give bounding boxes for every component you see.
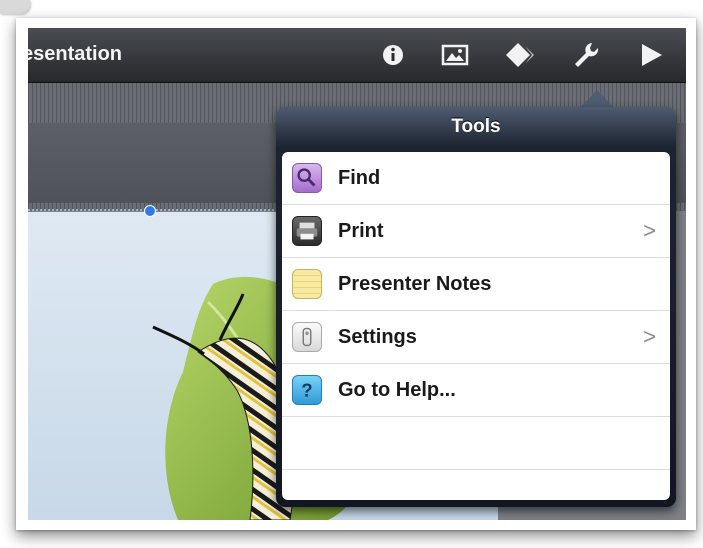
menu-item-find[interactable]: Find: [282, 152, 670, 205]
menu-item-print[interactable]: Print >: [282, 205, 670, 258]
previous-frame-corner: [0, 0, 30, 14]
tools-menu: Find Print > Presenter Notes Settings > …: [282, 152, 670, 500]
app-screen: esentation Tools Find Print > Presenter …: [28, 28, 686, 520]
menu-item-label: Presenter Notes: [338, 273, 492, 295]
find-icon: [292, 163, 322, 193]
menu-item-label: Print: [338, 220, 384, 242]
menu-item-help[interactable]: ? Go to Help...: [282, 364, 670, 417]
popover-arrow: [580, 90, 614, 108]
menu-item-label: Go to Help...: [338, 379, 456, 401]
menu-empty-row: [282, 417, 670, 470]
menu-item-label: Find: [338, 167, 381, 189]
popover-title: Tools: [451, 116, 501, 137]
settings-icon: [292, 322, 322, 352]
play-icon[interactable]: [636, 40, 666, 70]
document-title[interactable]: esentation: [28, 43, 122, 66]
media-icon[interactable]: [440, 40, 470, 70]
animate-icon[interactable]: [506, 40, 536, 70]
tools-wrench-icon[interactable]: [571, 40, 601, 70]
menu-item-settings[interactable]: Settings >: [282, 311, 670, 364]
menu-item-label: Settings: [338, 326, 417, 348]
chevron-right-icon: >: [643, 218, 656, 243]
selection-handle[interactable]: [144, 205, 156, 217]
screenshot-frame: esentation Tools Find Print > Presenter …: [16, 18, 696, 530]
menu-item-presenter-notes[interactable]: Presenter Notes: [282, 258, 670, 311]
svg-text:?: ?: [301, 380, 312, 401]
tools-popover: Tools Find Print > Presenter Notes Setti…: [276, 107, 676, 507]
notes-icon: [292, 269, 322, 299]
help-icon: ?: [292, 375, 322, 405]
chevron-right-icon: >: [643, 324, 656, 349]
printer-icon: [292, 216, 322, 246]
info-icon[interactable]: [378, 40, 408, 70]
top-toolbar: esentation: [28, 28, 686, 83]
